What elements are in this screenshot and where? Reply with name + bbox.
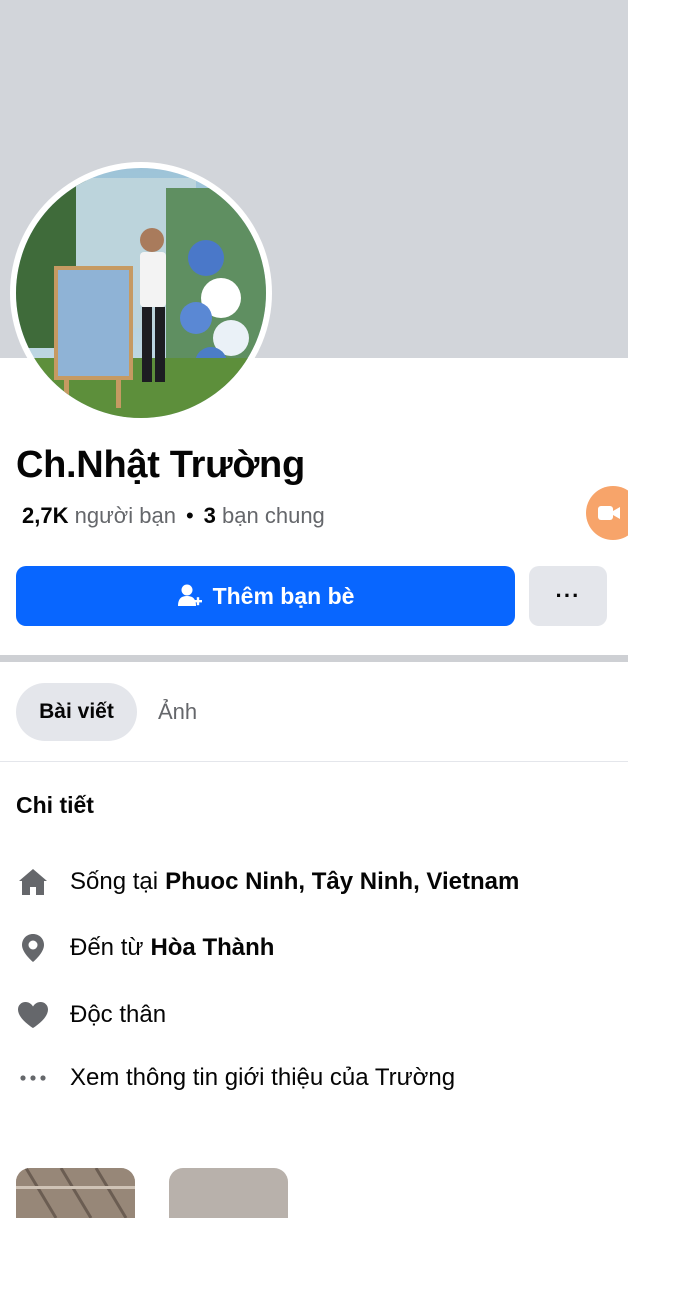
add-friend-icon bbox=[177, 584, 202, 606]
photo-thumbnail[interactable] bbox=[16, 1168, 135, 1218]
avatar[interactable] bbox=[16, 168, 266, 418]
relationship-status: Độc thân bbox=[70, 1001, 167, 1028]
detail-see-about[interactable]: Xem thông tin giới thiệu của Trường bbox=[16, 1058, 455, 1098]
friend-stats[interactable]: 2,7K người bạn • 3 bạn chung bbox=[22, 503, 325, 529]
location-pin-icon bbox=[16, 931, 50, 965]
video-call-button[interactable] bbox=[586, 486, 628, 540]
avatar-image bbox=[16, 168, 266, 418]
tab-photos-label: Ảnh bbox=[158, 699, 198, 724]
lives-in-value: Phuoc Ninh, Tây Ninh, Vietnam bbox=[165, 868, 520, 895]
friends-count: 2,7K bbox=[22, 503, 69, 528]
tab-posts-label: Bài viết bbox=[39, 700, 114, 723]
tab-photos[interactable]: Ảnh bbox=[158, 683, 197, 741]
from-value: Hòa Thành bbox=[150, 934, 275, 961]
add-friend-label: Thêm bạn bè bbox=[212, 582, 355, 609]
details-heading: Chi tiết bbox=[16, 792, 94, 818]
mutual-label: bạn chung bbox=[222, 503, 325, 528]
tab-posts[interactable]: Bài viết bbox=[16, 683, 137, 741]
home-icon bbox=[16, 865, 50, 899]
more-dots-icon bbox=[16, 1061, 50, 1095]
from-prefix: Đến từ bbox=[70, 934, 144, 961]
heart-icon bbox=[16, 998, 50, 1032]
more-dots-icon: ··· bbox=[555, 583, 581, 608]
stats-separator: • bbox=[185, 503, 194, 528]
detail-relationship: Độc thân bbox=[16, 995, 166, 1035]
add-friend-button[interactable]: Thêm bạn bè bbox=[16, 566, 515, 626]
more-options-button[interactable]: ··· bbox=[529, 566, 607, 626]
profile-page: Ch.Nhật Trường 2,7K người bạn • 3 bạn chun… bbox=[0, 0, 628, 1302]
thumbnail-image bbox=[16, 1168, 135, 1218]
tabs-divider bbox=[0, 761, 628, 762]
detail-lives-in[interactable]: Sống tại Phuoc Ninh, Tây Ninh, Vietnam bbox=[16, 862, 519, 902]
profile-name: Ch.Nhật Trường bbox=[16, 444, 305, 486]
see-about-link[interactable]: Xem thông tin giới thiệu của Trường bbox=[70, 1064, 455, 1092]
profile-picture[interactable] bbox=[10, 162, 272, 424]
section-divider bbox=[0, 655, 628, 662]
mutual-count: 3 bbox=[203, 503, 216, 528]
detail-from[interactable]: Đến từ Hòa Thành bbox=[16, 928, 274, 968]
video-camera-icon bbox=[598, 506, 620, 520]
photo-thumbnail[interactable] bbox=[169, 1168, 288, 1218]
friends-label: người bạn bbox=[74, 503, 176, 528]
lives-in-prefix: Sống tại bbox=[70, 868, 159, 895]
